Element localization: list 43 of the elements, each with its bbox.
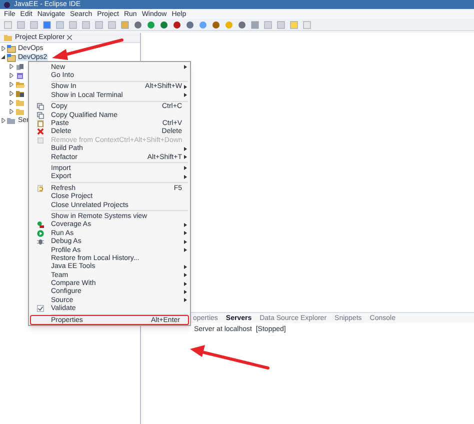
remove-icon [36, 136, 44, 144]
collapsed-arrow-icon[interactable] [1, 46, 6, 51]
toolbar-square-icon[interactable] [251, 20, 259, 28]
package-icon [16, 90, 25, 98]
toolbar-square-icon[interactable] [277, 20, 285, 28]
coverage-icon [36, 221, 44, 228]
toolbar-square-icon[interactable] [95, 20, 103, 28]
toolbar-square-icon[interactable] [4, 20, 12, 28]
toolbar-square-icon[interactable] [30, 20, 38, 28]
delete-icon [36, 128, 44, 136]
run-icon [36, 230, 44, 237]
toolbar-square-icon[interactable] [43, 20, 51, 28]
expanded-arrow-icon[interactable] [1, 55, 6, 60]
toolbar-square-icon[interactable] [56, 20, 64, 28]
annotation-arrow [52, 38, 124, 60]
close-icon[interactable] [66, 35, 72, 40]
app-icon [4, 2, 10, 8]
toolbar-circle-icon[interactable] [173, 20, 181, 28]
toolbar-square-icon[interactable] [69, 20, 77, 28]
toolbar-circle-icon[interactable] [147, 20, 155, 28]
folder-icon [4, 34, 13, 42]
collapsed-arrow-icon[interactable] [1, 118, 6, 123]
toolbar-circle-icon[interactable] [212, 20, 220, 28]
refresh-icon [36, 184, 44, 192]
toolbar-square-icon[interactable] [264, 20, 272, 28]
toolbar-circle-icon[interactable] [238, 20, 246, 28]
submenu-arrow-icon [184, 65, 187, 70]
toolbar-square-icon[interactable] [121, 20, 129, 28]
clipboard-icon [36, 120, 44, 128]
toolbar-circle-icon[interactable] [186, 20, 194, 28]
toolbar-circle-icon[interactable] [134, 20, 142, 28]
toolbar-square-icon[interactable] [82, 20, 90, 28]
library-icon [16, 62, 24, 70]
toolbar-circle-icon[interactable] [160, 20, 168, 28]
server-folder-icon [7, 116, 16, 124]
toolbar-square-icon[interactable] [17, 20, 25, 28]
jar-icon [16, 72, 24, 80]
checkbox-icon [36, 305, 44, 312]
bug-icon [36, 238, 44, 246]
toolbar-square-icon[interactable] [108, 20, 116, 28]
toolbar-square-icon[interactable] [290, 20, 298, 28]
toolbar-square-icon[interactable] [303, 20, 311, 28]
folder-icon [16, 80, 25, 88]
